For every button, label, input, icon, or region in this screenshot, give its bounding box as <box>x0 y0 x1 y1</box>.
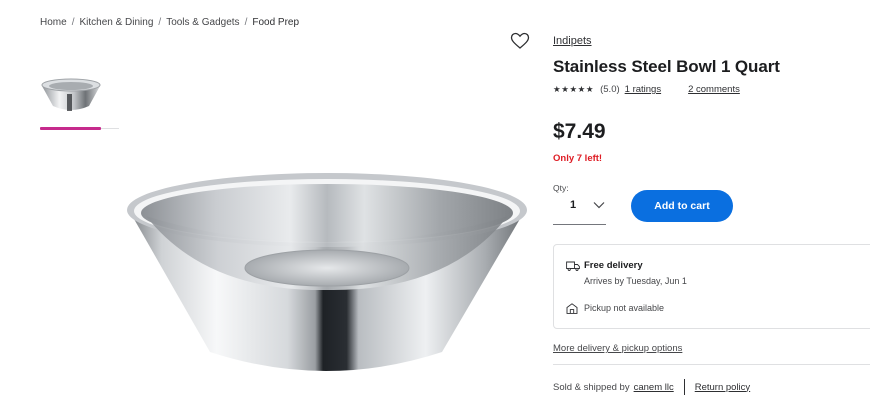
seller-link[interactable]: canem llc <box>634 382 674 393</box>
sold-by-label: Sold & shipped by <box>553 381 630 393</box>
breadcrumb-home[interactable]: Home <box>40 17 67 28</box>
store-icon <box>566 303 578 314</box>
vertical-divider <box>683 379 685 395</box>
truck-icon <box>566 261 580 271</box>
ratings-link[interactable]: 1 ratings <box>625 84 661 95</box>
brand-link[interactable]: Indipets <box>553 35 592 47</box>
breadcrumb: Home / Kitchen & Dining / Tools & Gadget… <box>40 17 299 28</box>
chevron-down-icon <box>593 202 605 209</box>
rating-row: ★★★★★ (5.0) 1 ratings 2 comments <box>553 84 740 95</box>
rating-score: (5.0) <box>600 84 620 95</box>
thumbnail-selected-indicator <box>40 127 101 130</box>
quantity-select[interactable]: 1 <box>553 195 606 225</box>
delivery-title: Free delivery <box>584 260 643 271</box>
heart-icon[interactable] <box>510 32 530 50</box>
quantity-value: 1 <box>570 199 577 211</box>
breadcrumb-current: Food Prep <box>252 17 300 28</box>
product-main-image <box>127 173 527 371</box>
breadcrumb-kitchen-dining[interactable]: Kitchen & Dining <box>79 17 153 28</box>
breadcrumb-separator: / <box>158 17 162 28</box>
breadcrumb-separator: / <box>244 17 248 28</box>
comments-link[interactable]: 2 comments <box>688 84 740 95</box>
return-policy-link[interactable]: Return policy <box>695 382 750 393</box>
product-thumbnail[interactable] <box>40 72 102 120</box>
pickup-status: Pickup not available <box>584 303 665 313</box>
fulfillment-box: Free delivery Arrives by Tuesday, Jun 1 … <box>553 244 870 329</box>
divider <box>553 364 870 365</box>
seller-row: Sold & shipped by canem llc Return polic… <box>553 379 750 395</box>
rating-stars: ★★★★★ <box>553 84 595 94</box>
breadcrumb-separator: / <box>71 17 75 28</box>
add-to-cart-button[interactable]: Add to cart <box>631 190 733 222</box>
stock-warning: Only 7 left! <box>553 153 603 164</box>
quantity-label: Qty: <box>553 183 569 193</box>
more-delivery-options-link[interactable]: More delivery & pickup options <box>553 343 682 354</box>
delivery-subtitle: Arrives by Tuesday, Jun 1 <box>584 276 687 286</box>
thumbnail-track <box>101 128 119 129</box>
product-title: Stainless Steel Bowl 1 Quart <box>553 57 780 76</box>
product-price: $7.49 <box>553 120 606 143</box>
breadcrumb-tools-gadgets[interactable]: Tools & Gadgets <box>166 17 239 28</box>
